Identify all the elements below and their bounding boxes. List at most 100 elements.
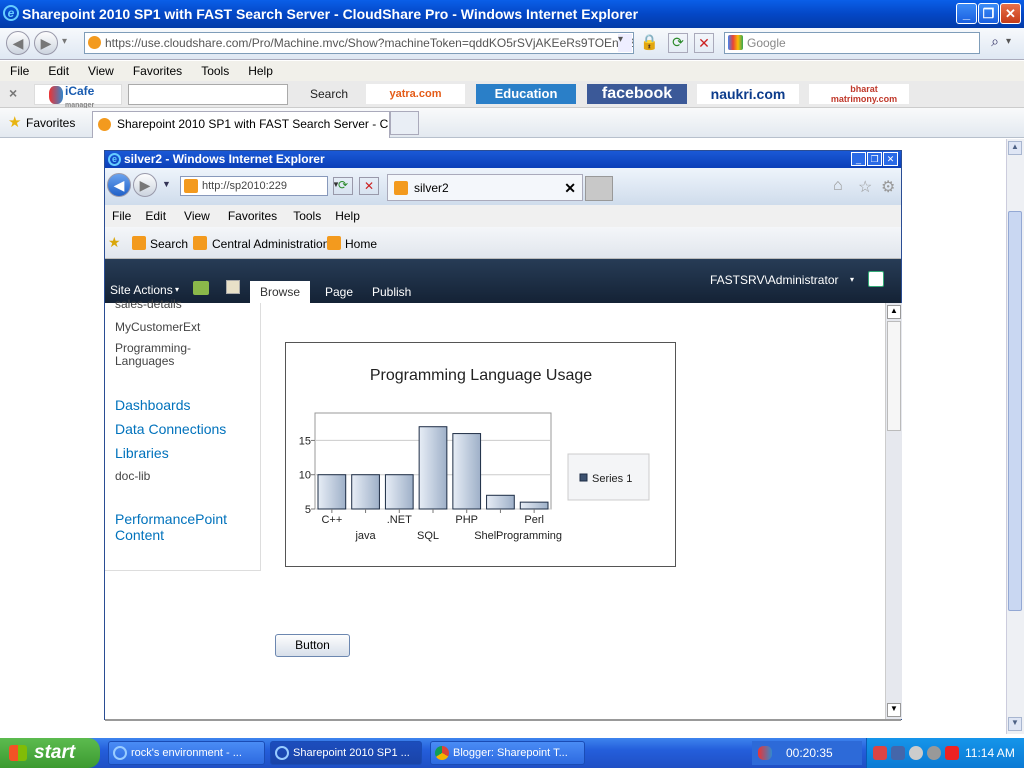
inner-minimize-button[interactable]: _ xyxy=(851,152,866,166)
close-window-button[interactable]: ✕ xyxy=(1000,3,1021,24)
silverlight-button[interactable]: Button xyxy=(275,634,350,657)
inner-favorites-icon[interactable]: ★ xyxy=(108,234,121,251)
inner-url-field[interactable]: http://sp2010:229 xyxy=(180,176,328,196)
search-box[interactable]: Google xyxy=(724,32,980,54)
nav-dashboards[interactable]: Dashboards xyxy=(115,397,191,413)
inner-new-tab-button[interactable] xyxy=(585,176,613,201)
url-field[interactable]: https://use.cloudshare.com/Pro/Machine.m… xyxy=(84,32,634,54)
taskbar-item-blogger[interactable]: Blogger: Sharepoint T... xyxy=(430,741,585,765)
bharatmatrimony-link[interactable]: bharat matrimony.com xyxy=(809,84,909,104)
nav-data-connections[interactable]: Data Connections xyxy=(115,421,226,437)
yatra-link[interactable]: yatra.com xyxy=(366,84,465,104)
menu-tools[interactable]: Tools xyxy=(201,64,229,78)
user-dropdown-icon[interactable]: ▾ xyxy=(850,275,854,284)
lock-icon[interactable]: 🔒 xyxy=(640,33,659,53)
favorites-star-icon[interactable]: ★ xyxy=(8,113,21,131)
ribbon-tab-publish[interactable]: Publish xyxy=(362,281,421,303)
inner-tab-close-icon[interactable]: ✕ xyxy=(564,175,576,201)
menu-bar: File Edit View Favorites Tools Help xyxy=(0,61,1024,81)
toolbar-search-input[interactable] xyxy=(128,84,288,105)
nav-libraries[interactable]: Libraries xyxy=(115,445,169,461)
facebook-link[interactable]: facebook xyxy=(587,84,687,104)
user-menu[interactable]: FASTSRV\Administrator xyxy=(710,273,838,287)
fav-link-home[interactable]: Home xyxy=(345,237,377,251)
browser-tab-active[interactable]: Sharepoint 2010 SP1 with FAST Search Ser… xyxy=(92,111,390,138)
menu-help[interactable]: Help xyxy=(248,64,273,78)
inner-forward-button[interactable]: ▶ xyxy=(133,173,157,197)
stop-icon[interactable]: ✕ xyxy=(694,33,714,53)
inner-menu-edit[interactable]: Edit xyxy=(145,209,166,223)
nav-mycustomerext[interactable]: MyCustomerExt xyxy=(115,320,200,334)
nav-doc-lib[interactable]: doc-lib xyxy=(115,469,150,483)
inner-menu-favorites[interactable]: Favorites xyxy=(228,209,277,223)
taskbar-item-sharepoint[interactable]: Sharepoint 2010 SP1 ... xyxy=(270,741,422,765)
inner-stop-icon[interactable]: ✕ xyxy=(359,177,379,195)
favorites-star-icon-inner[interactable]: ☆ xyxy=(858,177,872,197)
menu-file[interactable]: File xyxy=(10,64,29,78)
search-icon[interactable]: ⌕ xyxy=(984,33,1006,53)
tools-gear-icon[interactable]: ⚙ xyxy=(881,177,895,197)
social-notes-icon[interactable] xyxy=(868,271,884,287)
fav-link-central-admin[interactable]: Central Administration xyxy=(212,237,329,251)
inner-menu-file[interactable]: File xyxy=(112,209,131,223)
ribbon-tab-page[interactable]: Page xyxy=(315,281,363,303)
inner-scroll-up-icon[interactable]: ▲ xyxy=(887,305,901,319)
url-text: https://use.cloudshare.com/Pro/Machine.m… xyxy=(105,36,634,50)
inner-menu-view[interactable]: View xyxy=(184,209,210,223)
inner-scroll-down-icon[interactable]: ▼ xyxy=(887,703,901,717)
restore-button[interactable]: ❐ xyxy=(978,3,999,24)
new-tab-button[interactable] xyxy=(390,111,419,135)
scroll-down-arrow-icon[interactable]: ▼ xyxy=(1008,717,1022,731)
naukri-link[interactable]: naukri.com xyxy=(697,84,799,104)
inner-scrollbar[interactable]: ▲ ▼ xyxy=(885,303,902,719)
nav-sales-details[interactable]: sales-details xyxy=(115,297,182,311)
tray-icon-3[interactable] xyxy=(909,746,923,760)
home-icon[interactable]: ⌂ xyxy=(833,177,843,195)
window-title-bar: e Sharepoint 2010 SP1 with FAST Search S… xyxy=(0,0,1024,28)
tray-icon-5[interactable] xyxy=(945,746,959,760)
start-button[interactable]: start xyxy=(0,738,100,768)
forward-button[interactable]: ▶ xyxy=(34,31,58,55)
inner-restore-button[interactable]: ❐ xyxy=(867,152,882,166)
menu-favorites[interactable]: Favorites xyxy=(133,64,182,78)
search-options-icon[interactable]: ▾ xyxy=(1006,36,1011,47)
nav-programming-languages[interactable]: Programming- Languages xyxy=(115,342,225,368)
inner-tab-active[interactable]: silver2 ✕ xyxy=(387,174,583,201)
url-dropdown-icon[interactable]: ▾ xyxy=(618,34,632,52)
favorites-button[interactable]: Favorites xyxy=(26,116,75,130)
ribbon-tab-browse[interactable]: Browse xyxy=(250,281,311,303)
tray-icon-4[interactable] xyxy=(927,746,941,760)
minimize-button[interactable]: _ xyxy=(956,3,977,24)
refresh-icon[interactable]: ⟳ xyxy=(668,33,688,53)
inner-favorites-bar: ★ Search Central Administration Home xyxy=(105,227,901,259)
menu-edit[interactable]: Edit xyxy=(48,64,69,78)
inner-refresh-icon[interactable]: ⟳ xyxy=(333,177,353,195)
inner-back-button[interactable]: ◀ xyxy=(107,173,131,197)
fav-link-search[interactable]: Search xyxy=(150,237,188,251)
site-actions-dropdown-icon[interactable]: ▾ xyxy=(175,285,179,294)
scroll-thumb[interactable] xyxy=(1008,211,1022,611)
menu-view[interactable]: View xyxy=(88,64,114,78)
chart-title: Programming Language Usage xyxy=(370,367,592,384)
taskbar-item-label: rock's environment - ... xyxy=(131,747,242,759)
tray-icon-1[interactable] xyxy=(873,746,887,760)
taskbar-item-rocks-environment[interactable]: rock's environment - ... xyxy=(108,741,265,765)
navigate-up-icon[interactable] xyxy=(193,281,209,295)
page-scrollbar[interactable]: ▲ ▼ xyxy=(1006,139,1024,734)
tray-icon-2[interactable] xyxy=(891,746,905,760)
toolbar-close-icon[interactable]: × xyxy=(9,85,17,101)
education-link[interactable]: Education xyxy=(476,84,576,104)
icafe-logo[interactable]: iCafe manager xyxy=(34,84,122,109)
recent-pages-dropdown-icon[interactable]: ▾ xyxy=(62,36,67,47)
edit-page-icon[interactable] xyxy=(226,280,240,294)
nav-performancepoint[interactable]: PerformancePoint Content xyxy=(115,511,255,543)
inner-scroll-thumb[interactable] xyxy=(887,321,901,431)
back-button[interactable]: ◀ xyxy=(6,31,30,55)
inner-menu-help[interactable]: Help xyxy=(335,209,360,223)
toolbar-search-button[interactable]: Search xyxy=(310,87,348,101)
site-actions-menu[interactable]: Site Actions xyxy=(110,283,173,297)
scroll-up-arrow-icon[interactable]: ▲ xyxy=(1008,141,1022,155)
inner-history-dropdown-icon[interactable]: ▼ xyxy=(162,179,171,189)
inner-menu-tools[interactable]: Tools xyxy=(293,209,321,223)
inner-close-button[interactable]: ✕ xyxy=(883,152,898,166)
